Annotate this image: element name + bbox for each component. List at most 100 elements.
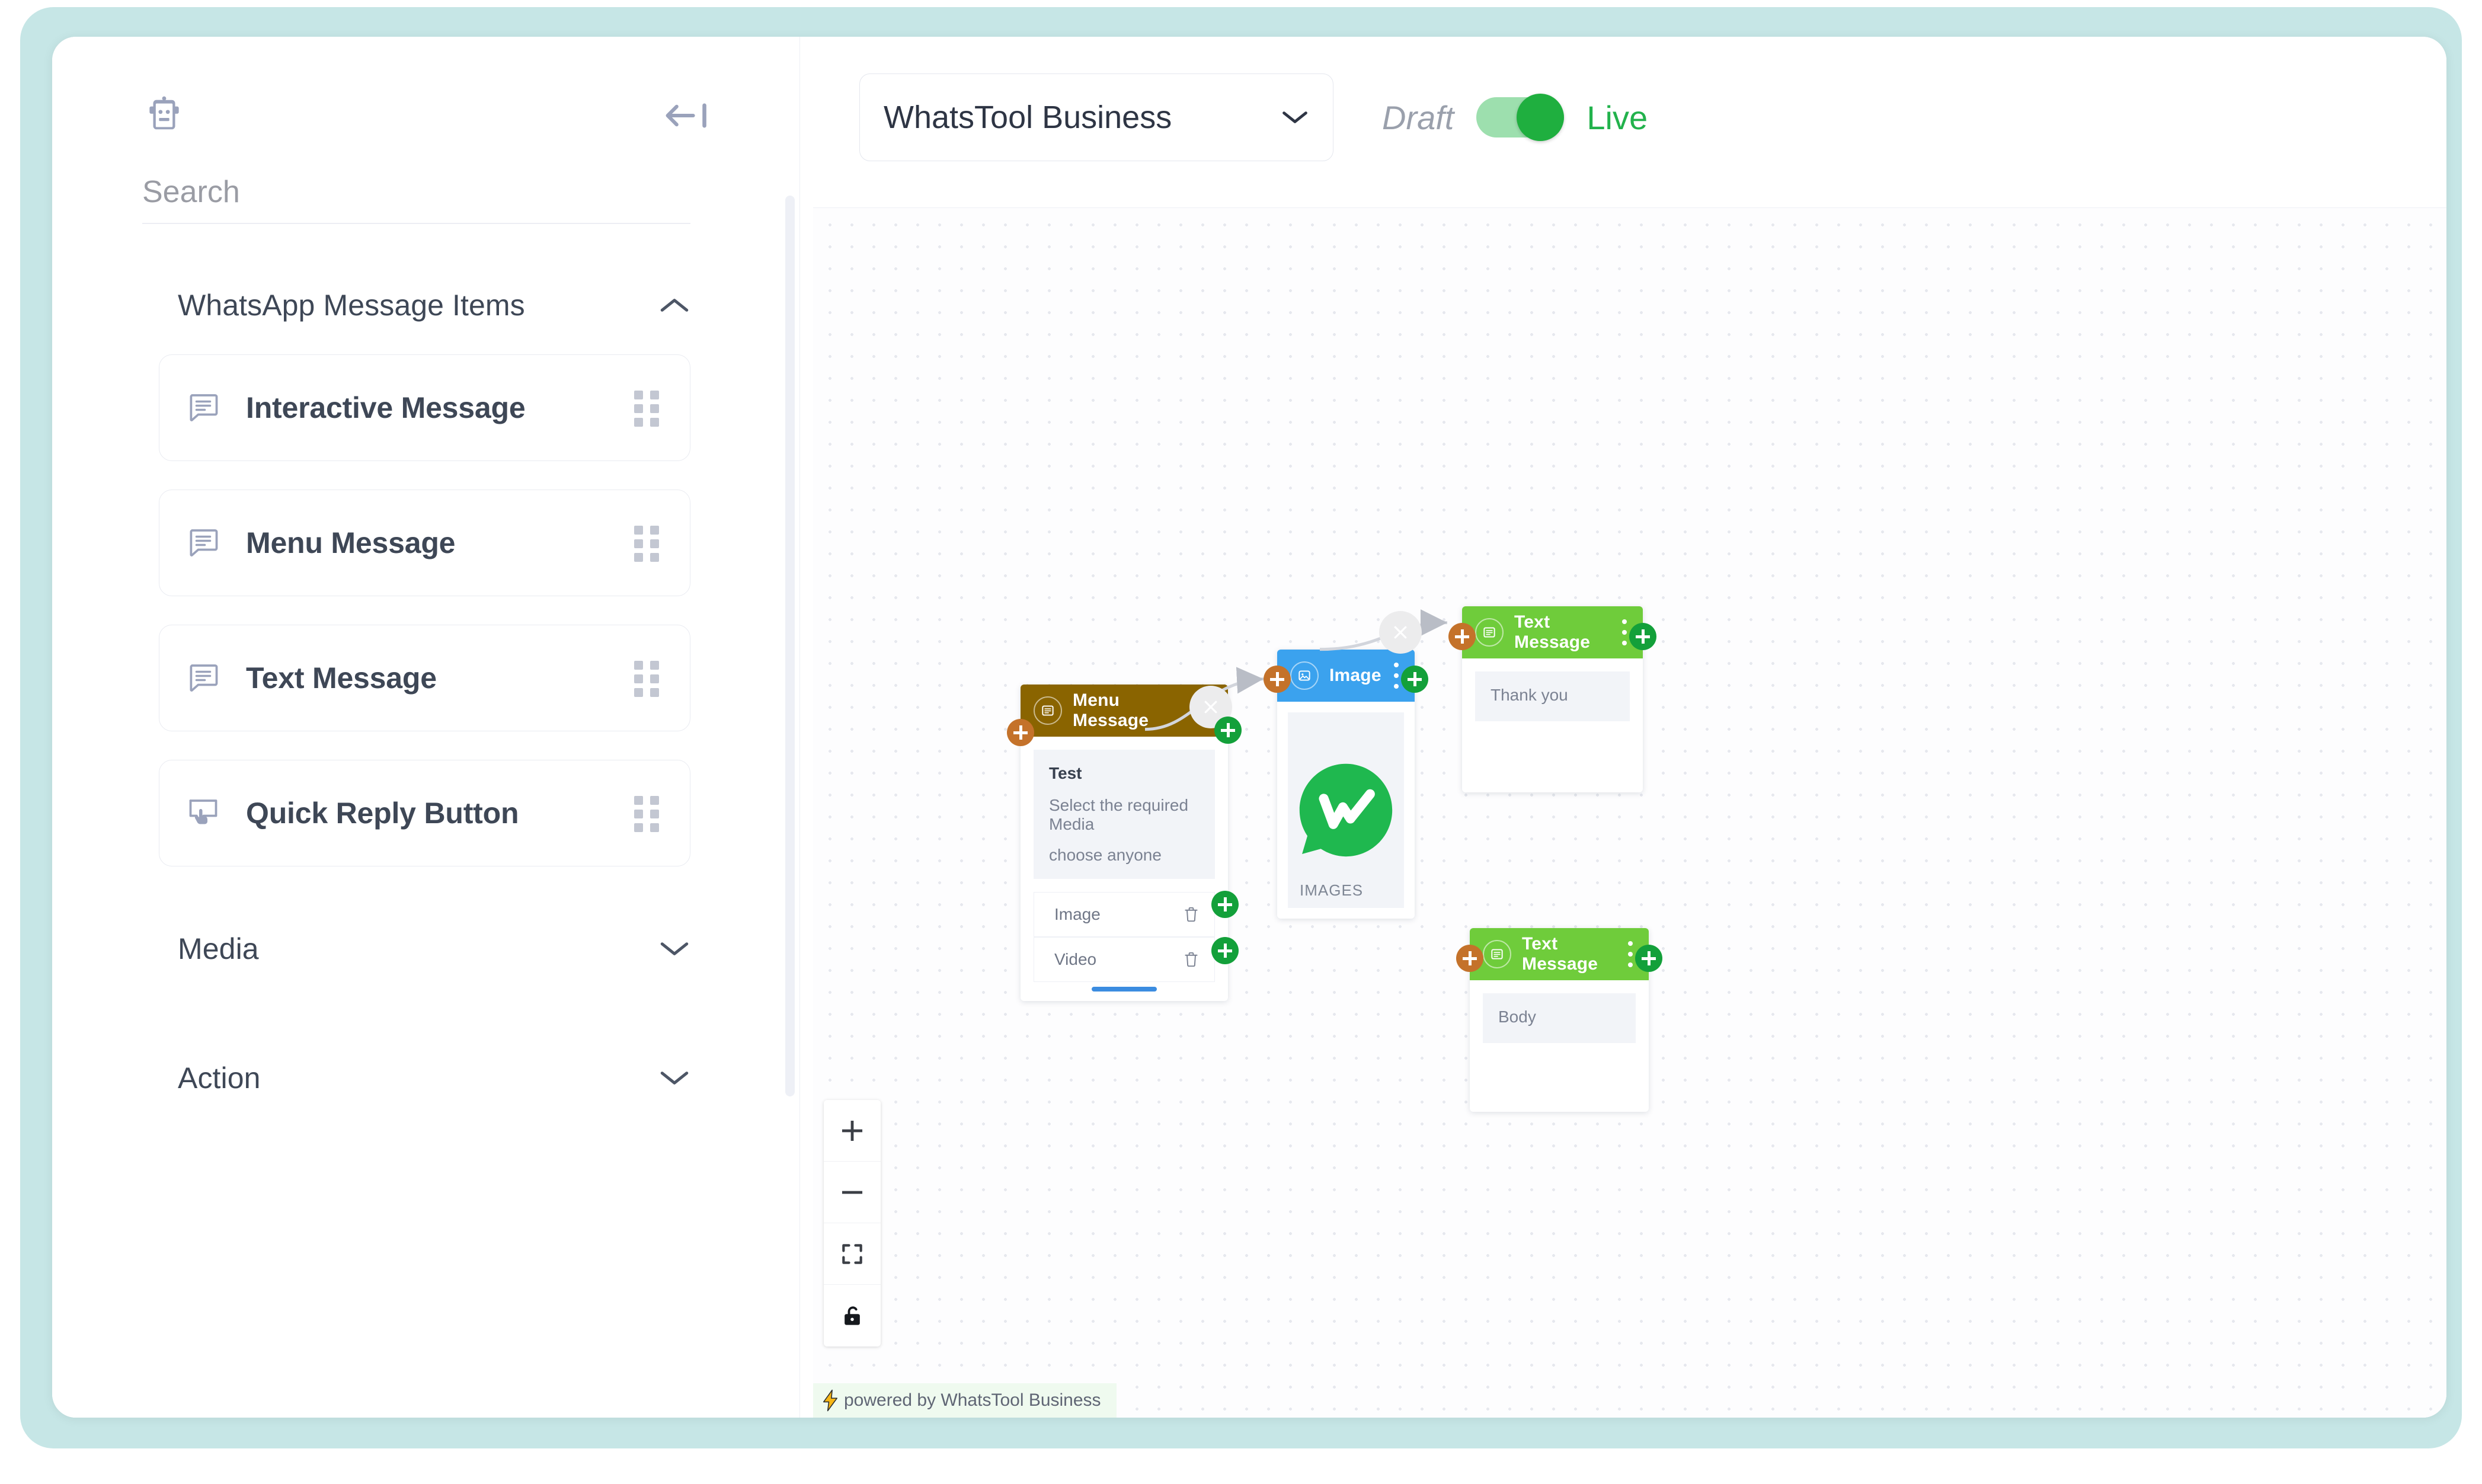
flow-editor-area: WhatsTool Business Draft Live Menu Messa… (800, 37, 2446, 1418)
chevron-down-icon[interactable] (658, 939, 690, 959)
chat-lines-icon (190, 394, 218, 421)
zoom-controls (824, 1100, 881, 1347)
menu-line-2: choose anyone (1049, 846, 1162, 864)
menu-option-row[interactable]: Image (1034, 892, 1215, 937)
trash-icon[interactable] (1184, 951, 1199, 968)
switch-knob (1517, 94, 1565, 141)
palette-item-label: Quick Reply Button (246, 797, 519, 830)
cursor-click-icon (189, 799, 218, 824)
node-target-handle-image[interactable] (1264, 666, 1291, 693)
edge-delete-icon[interactable] (1379, 611, 1422, 654)
node-header: Image (1277, 650, 1415, 702)
flow-select-dropdown[interactable]: WhatsTool Business (859, 73, 1333, 161)
node-header: Text Message (1462, 606, 1643, 658)
node-image[interactable]: Image IMAGES (1277, 650, 1415, 919)
palette-item-label: Interactive Message (246, 391, 526, 424)
image-caption: IMAGES (1300, 881, 1364, 899)
node-body: Body (1470, 980, 1649, 1112)
node-option-source-handle-video[interactable] (1211, 937, 1239, 964)
palette-item-interactive-message[interactable]: Interactive Message (159, 354, 690, 461)
drag-grip-icon[interactable] (634, 391, 661, 427)
chevron-down-icon (1282, 111, 1307, 123)
menu-option-row[interactable]: Video (1034, 937, 1215, 982)
drag-grip-icon[interactable] (634, 796, 661, 832)
sidebar-scrollbar[interactable] (785, 196, 795, 1096)
toggle-label-live: Live (1587, 98, 1648, 136)
accordion-action: Action (52, 1024, 781, 1132)
text-message-icon (1483, 940, 1511, 968)
node-text-message-1[interactable]: Text Message Thank you (1462, 606, 1643, 792)
app-card: WhatsApp Message Items Interactive Messa… (52, 37, 2446, 1418)
palette-item-quick-reply-button[interactable]: Quick Reply Button (159, 760, 690, 866)
fit-view-button[interactable] (824, 1223, 881, 1285)
node-menu-message[interactable]: Menu Message Test Select the required Me… (1021, 685, 1228, 1001)
accordion-body-whatsapp-message-items: Interactive Message Menu Message Text Me… (52, 354, 781, 866)
accordion-header-action[interactable]: Action (52, 1024, 781, 1132)
accordion-whatsapp-message-items: WhatsApp Message Items Interactive Messa… (52, 270, 781, 866)
canvas-toolbar: WhatsTool Business Draft Live (800, 37, 2446, 198)
chevron-down-icon[interactable] (658, 1068, 690, 1088)
node-source-handle-text-message-1[interactable] (1629, 623, 1656, 650)
accordion-title: Action (178, 1061, 261, 1095)
node-inner-scrollbar[interactable] (1034, 987, 1215, 993)
text-body: Body (1498, 1008, 1536, 1026)
collapse-panel-icon[interactable] (663, 100, 714, 131)
lightning-bolt-icon (823, 1389, 837, 1412)
zoom-in-button[interactable] (824, 1100, 881, 1162)
node-body: Test Select the required Media choose an… (1021, 737, 1228, 892)
flow-select-value: WhatsTool Business (884, 100, 1172, 135)
kebab-menu-icon[interactable] (1627, 941, 1633, 967)
node-option-source-handle-image[interactable] (1211, 891, 1239, 918)
fit-view-icon (842, 1243, 862, 1264)
image-icon (1290, 661, 1319, 690)
chevron-up-icon[interactable] (658, 295, 690, 315)
powered-by-watermark[interactable]: powered by WhatsTool Business (813, 1383, 1117, 1418)
text-message-icon (1475, 618, 1504, 647)
flow-canvas[interactable]: Menu Message Test Select the required Me… (813, 207, 2446, 1418)
app-frame: WhatsApp Message Items Interactive Messa… (0, 0, 2482, 1484)
text-body-box: Thank you (1475, 671, 1630, 721)
menu-body-box: Test Select the required Media choose an… (1034, 750, 1215, 879)
plus-icon (842, 1120, 863, 1141)
node-target-handle-menu-message[interactable] (1007, 719, 1034, 746)
accordion-title: Media (178, 932, 259, 965)
drag-grip-icon[interactable] (634, 526, 661, 562)
menu-options-list: Image Video (1021, 892, 1228, 1001)
menu-option-label: Video (1054, 950, 1097, 968)
palette-item-text-message[interactable]: Text Message (159, 625, 690, 731)
accordion-title: WhatsApp Message Items (178, 289, 525, 322)
draft-live-switch[interactable] (1476, 94, 1565, 141)
node-source-handle-image[interactable] (1401, 666, 1428, 693)
accordion-header-whatsapp-message-items[interactable]: WhatsApp Message Items (52, 270, 781, 340)
palette-item-menu-message[interactable]: Menu Message (159, 490, 690, 596)
accordion-media: Media (52, 895, 781, 1003)
powered-by-text: powered by WhatsTool Business (844, 1390, 1101, 1410)
sidebar-inner: WhatsApp Message Items Interactive Messa… (52, 37, 781, 1418)
search-input[interactable] (142, 174, 690, 210)
node-text-message-2[interactable]: Text Message Body (1470, 928, 1649, 1112)
node-target-handle-text-message-1[interactable] (1448, 623, 1476, 650)
menu-line-1: Select the required Media (1049, 796, 1189, 833)
palette-item-label: Text Message (246, 661, 437, 695)
kebab-menu-icon[interactable] (1621, 619, 1627, 645)
lock-button[interactable] (824, 1285, 881, 1347)
text-body-box: Body (1483, 993, 1636, 1043)
node-target-handle-text-message-2[interactable] (1456, 945, 1483, 972)
kebab-menu-icon[interactable] (1393, 663, 1399, 689)
drag-grip-icon[interactable] (634, 661, 661, 697)
menu-option-label: Image (1054, 905, 1101, 923)
accordion-header-media[interactable]: Media (52, 895, 781, 1003)
zoom-out-button[interactable] (824, 1162, 881, 1223)
node-header: Text Message (1470, 928, 1649, 980)
node-title: Text Message (1522, 934, 1598, 974)
lock-icon (845, 1306, 860, 1325)
chat-lines-icon (190, 664, 218, 692)
trash-icon[interactable] (1184, 906, 1199, 923)
sidebar: WhatsApp Message Items Interactive Messa… (52, 37, 800, 1418)
node-source-handle-text-message-2[interactable] (1635, 945, 1662, 972)
node-body: IMAGES (1277, 702, 1415, 919)
minus-icon (842, 1191, 863, 1194)
menu-message-icon (1034, 696, 1062, 725)
node-source-handle-menu-message[interactable] (1214, 717, 1242, 744)
draft-live-toggle-group: Draft Live (1382, 94, 1648, 141)
